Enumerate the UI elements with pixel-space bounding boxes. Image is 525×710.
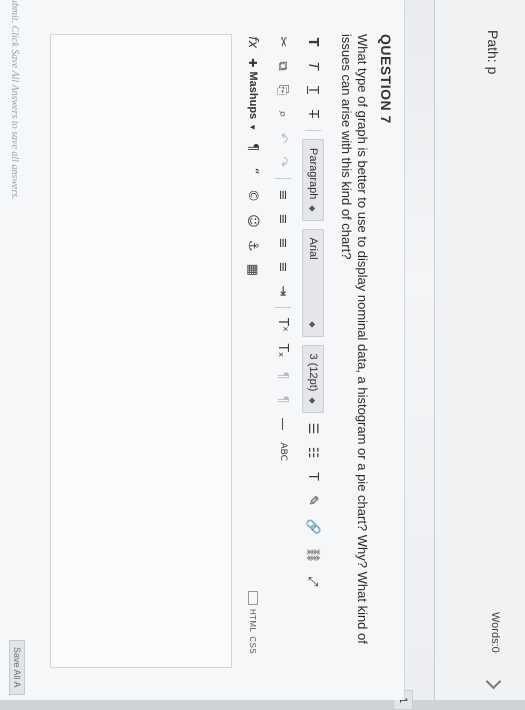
word-count: Words:0 bbox=[489, 612, 501, 653]
paragraph-format-value: Paragraph bbox=[307, 148, 319, 200]
numbered-list-icon[interactable]: ☷ bbox=[304, 445, 322, 461]
toolbar-row-1: T T T T Paragraph ◆ Arial ◆ 3 (12pt) ◆ ☰ bbox=[302, 34, 324, 654]
rtl-icon[interactable]: ¶ bbox=[274, 391, 292, 407]
bullet-list-icon[interactable]: ☰ bbox=[304, 421, 322, 437]
question-text: What type of graph is better to use to d… bbox=[339, 34, 370, 644]
mashups-menu[interactable]: ✚ Mashups ▼ bbox=[247, 58, 260, 131]
question-panel: QUESTION 7 What type of graph is better … bbox=[0, 0, 405, 700]
indent-icon[interactable]: ⇥ bbox=[274, 283, 292, 299]
align-right-icon[interactable]: ≡ bbox=[274, 235, 292, 251]
link-icon[interactable]: 🔗 bbox=[304, 517, 322, 537]
toolbar-row-3: fx ✚ Mashups ▼ ¶ “ © ☺ ⚓ ▦ HTML CSS bbox=[242, 34, 264, 654]
spellcheck-icon[interactable]: ABC bbox=[274, 440, 292, 462]
html-label: HTML bbox=[248, 608, 258, 633]
toolbar-divider bbox=[305, 130, 321, 131]
html-box-icon bbox=[248, 590, 258, 605]
copyright-icon[interactable]: © bbox=[244, 187, 262, 204]
emoji-icon[interactable]: ☺ bbox=[244, 212, 262, 230]
copy-icon[interactable]: ⧉ bbox=[274, 58, 292, 74]
toolbar-divider bbox=[275, 178, 291, 179]
bold-button[interactable]: T bbox=[304, 34, 322, 50]
save-instructions: submit. Click Save All Answers to save a… bbox=[9, 0, 20, 200]
anchor-icon[interactable]: ⚓ bbox=[244, 238, 262, 254]
resize-handle-icon[interactable] bbox=[485, 673, 502, 690]
unlink-icon[interactable]: ⛓ bbox=[304, 545, 322, 566]
underline-button[interactable]: T bbox=[304, 82, 322, 98]
answer-editor[interactable] bbox=[50, 34, 232, 668]
ltr-icon[interactable]: ¶ bbox=[274, 367, 292, 383]
path-indicator: Path: p bbox=[485, 30, 501, 75]
font-size-select[interactable]: 3 (12pt) ◆ bbox=[302, 344, 324, 413]
assessment-page: Path: p Words:0 1 QUESTION 7 What type o… bbox=[0, 0, 525, 710]
align-left-icon[interactable]: ≡ bbox=[274, 187, 292, 203]
editor-status-bar: Path: p Words:0 bbox=[434, 0, 525, 700]
strikethrough-button[interactable]: T bbox=[304, 106, 322, 122]
table-icon[interactable]: ▦ bbox=[244, 262, 262, 278]
select-arrows-icon: ◆ bbox=[308, 321, 318, 328]
select-arrows-icon: ◆ bbox=[308, 397, 318, 404]
pilcrow-icon[interactable]: ¶ bbox=[244, 139, 262, 155]
italic-button[interactable]: T bbox=[304, 58, 322, 74]
paragraph-format-select[interactable]: Paragraph ◆ bbox=[302, 139, 324, 221]
formula-icon[interactable]: fx bbox=[244, 34, 262, 50]
cut-icon[interactable]: ✂ bbox=[274, 34, 292, 50]
align-center-icon[interactable]: ≡ bbox=[274, 211, 292, 227]
superscript-icon[interactable]: Tˣ bbox=[274, 316, 292, 334]
fullscreen-icon[interactable]: ⤢ bbox=[304, 573, 322, 589]
mashups-icon: ✚ bbox=[246, 58, 259, 68]
font-family-select[interactable]: Arial ◆ bbox=[302, 228, 324, 337]
save-all-button[interactable]: Save All A bbox=[9, 640, 25, 695]
justify-icon[interactable]: ≡ bbox=[274, 259, 292, 275]
html-css-toggle[interactable]: HTML CSS bbox=[248, 590, 258, 654]
subscript-icon[interactable]: Tₓ bbox=[274, 342, 292, 360]
font-size-value: 3 (12pt) bbox=[307, 353, 319, 392]
select-arrows-icon: ◆ bbox=[308, 205, 318, 212]
toolbar-divider bbox=[275, 307, 291, 308]
horizontal-rule-icon[interactable]: — bbox=[274, 415, 292, 432]
text-color-icon[interactable]: T bbox=[304, 469, 322, 485]
blockquote-icon[interactable]: “ bbox=[244, 163, 262, 179]
paste-icon[interactable]: ⎘ bbox=[274, 82, 292, 98]
redo-icon[interactable]: ↷ bbox=[274, 154, 292, 170]
mashups-label: Mashups bbox=[247, 71, 259, 120]
toolbar-row-2: ✂ ⧉ ⎘ ⌕ ↶ ↷ ≡ ≡ ≡ ≡ ⇥ Tˣ Tₓ ¶ ¶ — ABC bbox=[272, 34, 294, 654]
chevron-down-icon: ▼ bbox=[248, 123, 258, 132]
font-family-value: Arial bbox=[307, 237, 319, 260]
css-label: CSS bbox=[248, 636, 258, 654]
question-title: QUESTION 7 bbox=[378, 34, 394, 124]
find-icon[interactable]: ⌕ bbox=[274, 106, 292, 122]
undo-icon[interactable]: ↶ bbox=[274, 130, 292, 146]
highlight-icon[interactable]: ✎ bbox=[304, 493, 322, 509]
